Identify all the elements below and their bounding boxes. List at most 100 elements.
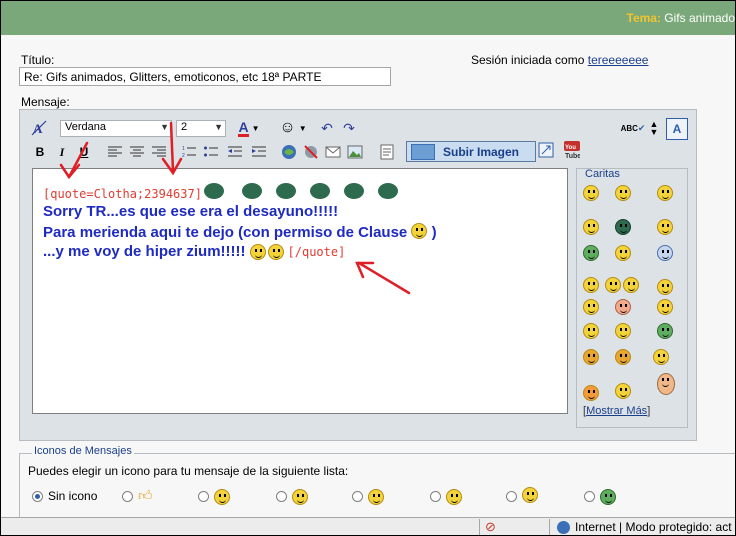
message-line-2: Para merienda aqui te dejo (con permiso … xyxy=(43,223,437,241)
smiley-icon[interactable] xyxy=(615,219,631,235)
wink-smiley-icon[interactable] xyxy=(615,245,631,261)
smiley-icon[interactable] xyxy=(583,185,599,201)
smiley-icon[interactable] xyxy=(583,219,599,235)
smiley-icon[interactable] xyxy=(583,299,599,315)
popup-blocked-icon[interactable]: ⊘ xyxy=(485,519,496,535)
devil-smiley-icon[interactable] xyxy=(615,349,631,365)
unordered-list-icon[interactable] xyxy=(202,142,220,162)
smiley-icon xyxy=(275,183,296,199)
message-line-3-text: ...y me voy de hiper zium!!!!! xyxy=(43,243,246,260)
svg-text:You: You xyxy=(565,145,576,151)
resize-editor-icon[interactable]: ▲ ▼ xyxy=(648,118,660,138)
undo-icon[interactable]: ↶ xyxy=(318,118,336,138)
toggle-editor-mode-icon[interactable]: A xyxy=(666,118,688,140)
insert-link-icon[interactable] xyxy=(280,142,298,162)
icon-radio[interactable] xyxy=(198,491,209,502)
smiley-icon: ☺ xyxy=(279,119,296,136)
smiley-icon[interactable] xyxy=(605,277,621,293)
upload-image-button[interactable]: Subir Imagen xyxy=(406,141,536,162)
fullscreen-icon[interactable] xyxy=(536,140,556,160)
smiley-icon[interactable] xyxy=(657,219,673,235)
smilies-legend: Caritas xyxy=(585,168,620,180)
security-zone-text: Internet | Modo protegido: act xyxy=(575,520,732,534)
icon-radio[interactable] xyxy=(352,491,363,502)
smilies-panel: Caritas [Mostrar Más] xyxy=(576,168,688,428)
title-label: Título: xyxy=(21,53,55,67)
smiley-icon[interactable] xyxy=(615,383,631,399)
indent-icon[interactable] xyxy=(250,142,268,162)
icon-radio[interactable] xyxy=(506,491,517,502)
icon-radio-none-label: Sin icono xyxy=(48,489,98,503)
message-icons-fieldset: Iconos de Mensajes Puedes elegir un icon… xyxy=(19,445,735,518)
smilies-menu-button[interactable]: ☺ ▼ xyxy=(278,118,308,138)
message-label: Mensaje: xyxy=(21,95,70,109)
youtube-icon[interactable]: You Tube xyxy=(562,140,582,160)
smiley-row xyxy=(203,181,410,201)
smiley-icon[interactable] xyxy=(657,299,673,315)
align-left-icon[interactable] xyxy=(106,142,124,162)
smiley-icon[interactable] xyxy=(623,277,639,293)
smiley-icon xyxy=(203,183,224,199)
font-family-select[interactable]: Verdana ▼ xyxy=(60,120,172,137)
message-icons-legend: Iconos de Mensajes xyxy=(32,445,134,457)
smiley-icon xyxy=(411,223,428,239)
align-right-icon[interactable] xyxy=(150,142,168,162)
align-center-icon[interactable] xyxy=(128,142,146,162)
icon-radio[interactable] xyxy=(276,491,287,502)
font-color-button[interactable]: A ▼ xyxy=(234,118,264,138)
insert-image-icon[interactable] xyxy=(346,142,364,162)
smiley-icon xyxy=(267,243,284,260)
font-size-select[interactable]: 2 ▼ xyxy=(176,120,226,137)
devil-smiley-icon[interactable] xyxy=(583,349,599,365)
spellcheck-icon[interactable]: ABC ✔ xyxy=(621,118,646,138)
icon-radio[interactable] xyxy=(122,491,133,502)
redo-icon[interactable]: ↷ xyxy=(340,118,358,138)
bold-button[interactable]: B xyxy=(32,142,48,162)
status-separator xyxy=(479,519,480,535)
underline-button[interactable]: U xyxy=(76,142,92,162)
cheering-smiley-icon[interactable] xyxy=(653,349,669,365)
smiley-icon[interactable] xyxy=(615,185,631,201)
smiley-icon xyxy=(343,183,364,199)
blush-smiley-icon[interactable] xyxy=(615,299,631,315)
smiley-icon xyxy=(241,183,262,199)
remove-format-icon[interactable]: A xyxy=(30,118,48,138)
remove-link-icon[interactable] xyxy=(302,142,320,162)
chevron-down-icon: ▼ xyxy=(298,123,307,133)
topic-value: Gifs animado xyxy=(664,11,735,25)
smiley-icon[interactable] xyxy=(583,277,599,293)
show-more-smilies: [Mostrar Más] xyxy=(583,405,650,417)
smiley-icon xyxy=(377,183,398,199)
upload-image-icon xyxy=(411,143,435,160)
message-textarea[interactable]: [quote=Clotha;2394637] Sorry TR...es que… xyxy=(32,168,568,414)
title-input[interactable]: Re: Gifs animados, Glitters, emoticonos,… xyxy=(19,67,391,86)
thumbs-up-smiley-icon[interactable] xyxy=(657,245,673,261)
svg-text:2: 2 xyxy=(182,153,185,158)
bald-smiley-icon[interactable] xyxy=(657,373,675,395)
insert-quote-icon[interactable] xyxy=(378,142,396,162)
grin-smiley-icon[interactable] xyxy=(657,185,673,201)
smiley-icon xyxy=(368,489,384,505)
smiley-icon[interactable] xyxy=(583,385,599,401)
smiley-icon xyxy=(214,489,230,505)
font-family-value: Verdana xyxy=(65,121,106,133)
smiley-icon[interactable] xyxy=(657,323,673,339)
icon-radio-none[interactable] xyxy=(32,491,43,502)
show-more-link[interactable]: Mostrar Más xyxy=(586,405,647,417)
icon-radio[interactable] xyxy=(584,491,595,502)
confused-smiley-icon[interactable] xyxy=(583,323,599,339)
ordered-list-icon[interactable]: 12 xyxy=(180,142,198,162)
grin-smiley-icon xyxy=(600,489,616,505)
svg-text:1: 1 xyxy=(182,146,185,152)
italic-button[interactable]: I xyxy=(54,142,70,162)
sad-smiley-icon[interactable] xyxy=(615,323,631,339)
outdent-icon[interactable] xyxy=(226,142,244,162)
message-line-1: Sorry TR...es que ese era el desayuno!!!… xyxy=(43,203,339,220)
smiley-icon[interactable] xyxy=(657,279,673,295)
insert-email-icon[interactable] xyxy=(324,142,342,162)
session-user-link[interactable]: tereeeeeee xyxy=(588,53,649,67)
browser-window: Tema: Gifs animado Título: Re: Gifs anim… xyxy=(0,0,736,536)
grin-smiley-icon[interactable] xyxy=(583,245,599,261)
icon-radio[interactable] xyxy=(430,491,441,502)
thumbs-up-icon: 👍︎ xyxy=(138,487,153,503)
